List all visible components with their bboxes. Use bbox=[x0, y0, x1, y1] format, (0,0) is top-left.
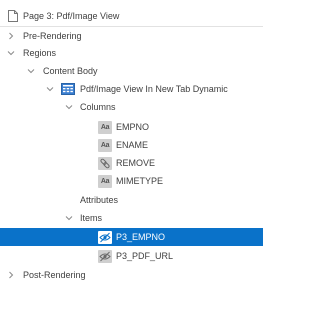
chevron-down-icon[interactable] bbox=[64, 213, 74, 223]
columns-label: Columns bbox=[80, 102, 116, 112]
tree-node-item-p3-empno[interactable]: P3_EMPNO bbox=[0, 228, 263, 246]
item-label: P3_EMPNO bbox=[116, 232, 166, 242]
tree-node-region[interactable]: Pdf/Image View In New Tab Dynamic bbox=[0, 80, 263, 98]
column-label: REMOVE bbox=[116, 158, 156, 168]
post-rendering-label: Post-Rendering bbox=[23, 270, 86, 280]
tree-node-content-body[interactable]: Content Body bbox=[0, 62, 263, 80]
hidden-item-icon bbox=[98, 249, 112, 263]
item-label: P3_PDF_URL bbox=[116, 251, 174, 261]
content-body-label: Content Body bbox=[43, 66, 98, 76]
chevron-down-icon[interactable] bbox=[6, 48, 16, 58]
tree-node-attributes[interactable]: Attributes bbox=[0, 191, 263, 209]
attributes-label: Attributes bbox=[80, 195, 119, 205]
tree-node-regions[interactable]: Regions bbox=[0, 44, 263, 62]
interactive-report-icon bbox=[61, 83, 75, 95]
column-label: ENAME bbox=[116, 140, 149, 150]
tree-node-column-ename[interactable]: Aa ENAME bbox=[0, 136, 263, 154]
text-column-icon: Aa bbox=[98, 138, 112, 152]
tree-node-column-mimetype[interactable]: Aa MIMETYPE bbox=[0, 172, 263, 190]
hidden-item-icon bbox=[98, 230, 112, 244]
chevron-down-icon[interactable] bbox=[45, 84, 55, 94]
tree-node-post-rendering[interactable]: Post-Rendering bbox=[0, 266, 263, 284]
pre-rendering-label: Pre-Rendering bbox=[23, 31, 82, 41]
page-icon bbox=[8, 10, 18, 22]
chevron-down-icon[interactable] bbox=[64, 102, 74, 112]
page-label: Page 3: Pdf/Image View bbox=[23, 11, 120, 21]
tree-node-pre-rendering[interactable]: Pre-Rendering bbox=[0, 27, 263, 45]
column-label: MIMETYPE bbox=[116, 176, 164, 186]
regions-label: Regions bbox=[23, 48, 57, 58]
region-name: Pdf/Image View In New Tab Dynamic bbox=[80, 84, 228, 94]
tree-node-page[interactable]: Page 3: Pdf/Image View bbox=[0, 7, 263, 25]
tree-node-column-remove[interactable]: REMOVE bbox=[0, 154, 263, 172]
chevron-right-icon[interactable] bbox=[6, 31, 16, 41]
chevron-down-icon[interactable] bbox=[26, 66, 36, 76]
text-column-icon: Aa bbox=[98, 174, 112, 188]
text-column-icon: Aa bbox=[98, 120, 112, 134]
link-icon bbox=[98, 156, 112, 170]
tree-node-columns[interactable]: Columns bbox=[0, 98, 263, 116]
items-label: Items bbox=[80, 213, 103, 223]
chevron-right-icon[interactable] bbox=[6, 270, 16, 280]
tree-node-items[interactable]: Items bbox=[0, 209, 263, 227]
tree-node-item-p3-pdf-url[interactable]: P3_PDF_URL bbox=[0, 247, 263, 265]
column-label: EMPNO bbox=[116, 122, 150, 132]
tree-node-column-empno[interactable]: Aa EMPNO bbox=[0, 118, 263, 136]
